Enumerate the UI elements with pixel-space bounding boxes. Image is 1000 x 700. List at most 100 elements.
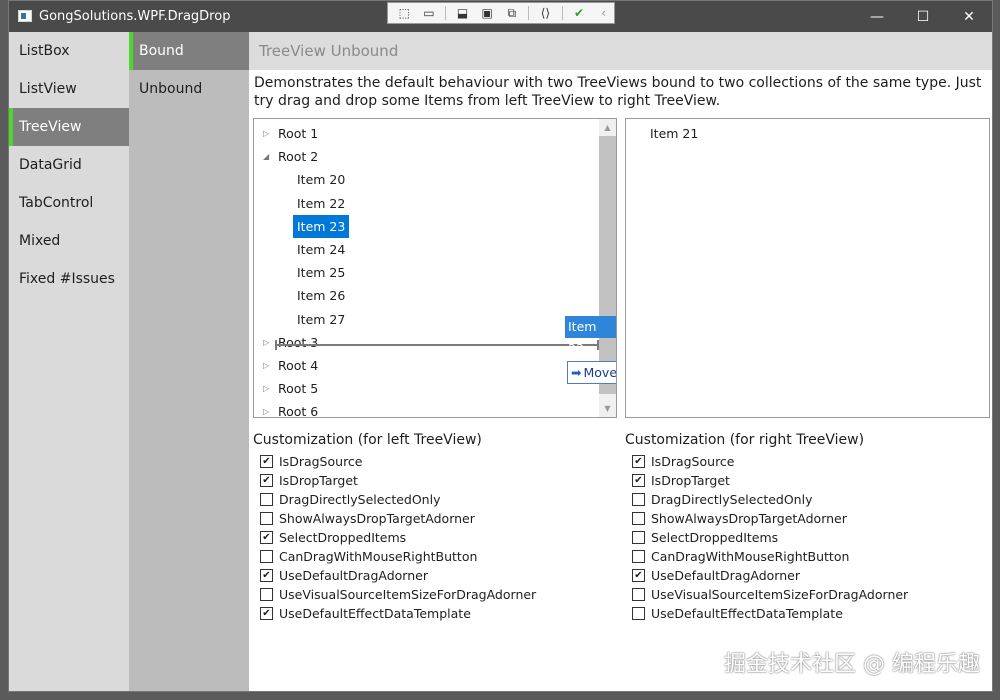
drop-effect-label: Move to [583,365,617,380]
scroll-thumb[interactable] [599,136,616,394]
option-checkbox-row[interactable]: ✔ UseDefaultDragAdorner [253,566,613,585]
checkbox-unchecked[interactable] [632,607,645,620]
tree-root-node[interactable]: ◢ Root 2 [254,145,594,168]
expanded-arrow-icon[interactable]: ◢ [263,145,273,168]
maximize-button[interactable]: ☐ [900,1,946,32]
tree-root-node[interactable]: ▷ Root 3 [254,331,594,354]
checkmark-icon: ✔ [262,456,271,467]
tree-child-node[interactable]: Item 22 [254,192,594,215]
nav-item-listview[interactable]: ListView [9,70,129,108]
window-controls: — ☐ ✕ [854,1,992,32]
checkbox-checked[interactable]: ✔ [632,569,645,582]
option-checkbox-row[interactable]: SelectDroppedItems [625,528,985,547]
option-checkbox-row[interactable]: UseDefaultEffectDataTemplate [625,604,985,623]
tree-child-node[interactable]: Item 27 [254,308,594,331]
checkbox-unchecked[interactable] [632,493,645,506]
option-checkbox-row[interactable]: ShowAlwaysDropTargetAdorner [253,509,613,528]
option-checkbox-row[interactable]: ✔ IsDragSource [625,452,985,471]
drop-insertion-line [275,340,599,350]
checkbox-unchecked[interactable] [260,512,273,525]
checkbox-unchecked[interactable] [260,493,273,506]
checkbox-label: DragDirectlySelectedOnly [279,492,441,507]
minimize-button[interactable]: — [854,1,900,32]
checkbox-unchecked[interactable] [632,588,645,601]
option-checkbox-row[interactable]: ShowAlwaysDropTargetAdorner [625,509,985,528]
option-checkbox-row[interactable]: ✔ UseDefaultEffectDataTemplate [253,604,613,623]
tree-node-label: Item 21 [650,126,699,141]
checkbox-label: CanDragWithMouseRightButton [651,549,850,564]
select-pointer-icon[interactable]: ⬓ [452,4,473,22]
checkbox-unchecked[interactable] [260,550,273,563]
checkbox-checked[interactable]: ✔ [260,531,273,544]
tree-node-label: Item 27 [297,311,346,327]
tree-root-node[interactable]: ▷ Root 1 [254,122,594,145]
tree-root-node[interactable]: ▷ Root 4 [254,354,594,377]
collapsed-arrow-icon[interactable]: ▷ [263,354,273,377]
left-treeview[interactable]: ▷ Root 1 ◢ Root 2 Item 20 Item 22 Item 23 Item … [253,118,617,418]
checkbox-unchecked[interactable] [260,588,273,601]
select-element-icon[interactable]: ⬚ [394,4,415,22]
tree-node-label: Root 1 [278,126,319,141]
checkbox-label: UseVisualSourceItemSizeForDragAdorner [651,587,909,602]
tree-child-node[interactable]: Item 24 [254,238,594,261]
option-checkbox-row[interactable]: DragDirectlySelectedOnly [253,490,613,509]
option-checkbox-row[interactable]: UseVisualSourceItemSizeForDragAdorner [253,585,613,604]
option-checkbox-row[interactable]: ✔ SelectDroppedItems [253,528,613,547]
collapsed-arrow-icon[interactable]: ▷ [263,400,273,417]
collapsed-arrow-icon[interactable]: ▷ [263,122,273,145]
checkbox-checked[interactable]: ✔ [632,455,645,468]
layout-adorner-icon[interactable]: ▣ [477,4,498,22]
record-icon[interactable]: ▭ [419,4,440,22]
checkbox-checked[interactable]: ✔ [260,474,273,487]
tree-node-label: Root 3 [278,334,319,350]
tree-child-node[interactable]: Item 26 [254,284,594,307]
scroll-up-icon[interactable]: ▲ [599,119,616,136]
checkbox-unchecked[interactable] [632,550,645,563]
checkmark-icon: ✔ [262,532,271,543]
scroll-down-icon[interactable]: ▼ [599,400,616,417]
binding-icon[interactable]: ⟨⟩ [535,4,556,22]
tree-root-node[interactable]: ▷ Root 5 [254,377,594,400]
nav-item-mixed[interactable]: Mixed [9,222,129,260]
subnav-item-unbound[interactable]: Unbound [129,70,249,108]
right-customization-title: Customization (for right TreeView) [625,432,865,448]
tree-node-label: Item 25 [297,265,346,281]
nav-item-listbox[interactable]: ListBox [9,32,129,70]
option-checkbox-row[interactable]: CanDragWithMouseRightButton [625,547,985,566]
tree-child-node[interactable]: Item 23 [254,214,594,238]
app-icon [18,10,32,22]
option-checkbox-row[interactable]: ✔ IsDropTarget [253,471,613,490]
option-checkbox-row[interactable]: ✔ IsDropTarget [625,471,985,490]
nav-item-fixed-issues[interactable]: Fixed #Issues [9,260,129,298]
checkbox-checked[interactable]: ✔ [260,569,273,582]
checkbox-label: UseDefaultDragAdorner [651,568,800,583]
subnav-item-bound[interactable]: Bound [129,32,249,70]
checkbox-checked[interactable]: ✔ [260,455,273,468]
nav-item-datagrid[interactable]: DataGrid [9,146,129,184]
option-checkbox-row[interactable]: ✔ IsDragSource [253,452,613,471]
collapsed-arrow-icon[interactable]: ▷ [263,331,273,354]
checkbox-unchecked[interactable] [632,531,645,544]
option-checkbox-row[interactable]: UseVisualSourceItemSizeForDragAdorner [625,585,985,604]
checkbox-checked[interactable]: ✔ [632,474,645,487]
debug-toolbar: ⬚ ▭ ⬓ ▣ ⧉ ⟨⟩ ✔ ‹ [387,2,615,24]
checkbox-label: SelectDroppedItems [651,530,779,545]
tree-root-node[interactable]: ▷ Root 6 [254,400,594,417]
close-button[interactable]: ✕ [946,1,992,32]
checkbox-label: DragDirectlySelectedOnly [651,492,813,507]
check-icon[interactable]: ✔ [569,4,590,22]
nav-item-treeview[interactable]: TreeView [9,108,129,146]
collapse-icon[interactable]: ‹ [593,4,614,22]
option-checkbox-row[interactable]: DragDirectlySelectedOnly [625,490,985,509]
option-checkbox-row[interactable]: ✔ UseDefaultDragAdorner [625,566,985,585]
right-treeview[interactable]: Item 21 [625,118,990,418]
tree-child-node[interactable]: Item 20 [254,168,594,191]
checkbox-unchecked[interactable] [632,512,645,525]
tree-child-node[interactable]: Item 25 [254,261,594,284]
nav-item-tabcontrol[interactable]: TabControl [9,184,129,222]
option-checkbox-row[interactable]: CanDragWithMouseRightButton [253,547,613,566]
title-bar[interactable]: GongSolutions.WPF.DragDrop ⬚ ▭ ⬓ ▣ ⧉ ⟨⟩ … [9,1,992,32]
checkbox-checked[interactable]: ✔ [260,607,273,620]
collapsed-arrow-icon[interactable]: ▷ [263,377,273,400]
track-focus-icon[interactable]: ⧉ [501,4,522,22]
